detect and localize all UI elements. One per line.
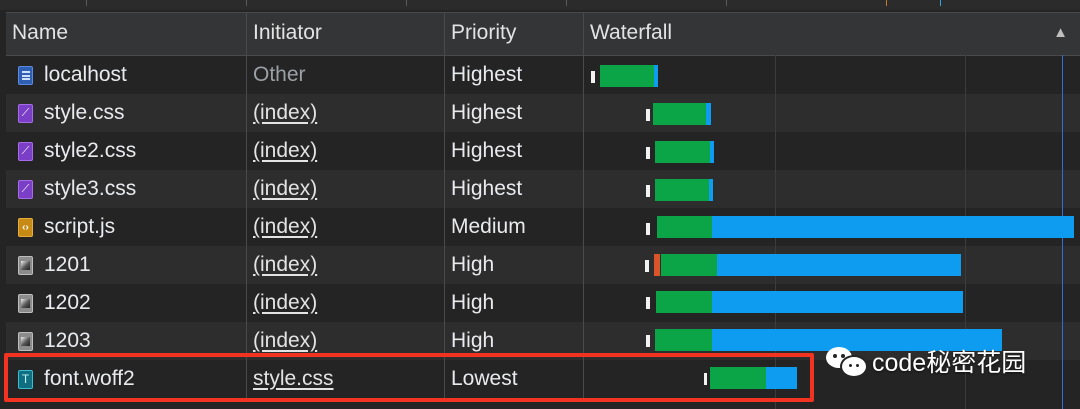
waterfall-cell (584, 56, 1080, 94)
priority-cell: Highest (445, 170, 584, 208)
table-row[interactable]: localhost Other Highest (6, 56, 1080, 94)
name-cell[interactable]: ⟋ style2.css (6, 132, 247, 170)
request-name: 1201 (44, 253, 91, 276)
image-icon (18, 255, 33, 275)
table-row[interactable]: ⟋ style3.css (index) Highest (6, 170, 1080, 208)
overview-tick (406, 0, 407, 6)
initiator-cell: (index) (247, 284, 445, 322)
initiator-link[interactable]: (index) (253, 329, 317, 352)
overview-tick (86, 0, 87, 6)
table-row[interactable]: 1201 (index) High (6, 246, 1080, 284)
wechat-logo-icon (826, 345, 868, 378)
initiator-link[interactable]: (index) (253, 253, 317, 276)
initiator-link[interactable]: (index) (253, 101, 317, 124)
name-cell[interactable]: ‹› script.js (6, 208, 247, 246)
network-request-table: Name Initiator Priority Waterfall ▲ loca… (6, 12, 1080, 398)
initiator-link[interactable]: (index) (253, 291, 317, 314)
waterfall-cell (584, 208, 1080, 246)
overview-tick (566, 0, 567, 6)
table-row[interactable]: ⟋ style.css (index) Highest (6, 94, 1080, 132)
priority-cell: Medium (445, 208, 584, 246)
priority-cell: High (445, 246, 584, 284)
name-cell[interactable]: ⟋ style.css (6, 94, 247, 132)
initiator-cell: (index) (247, 208, 445, 246)
column-header-initiator[interactable]: Initiator (247, 13, 445, 55)
image-icon (18, 331, 33, 351)
request-name: 1202 (44, 291, 91, 314)
initiator-cell: (index) (247, 170, 445, 208)
request-name: script.js (44, 215, 116, 238)
request-name: style.css (44, 101, 125, 124)
initiator-link[interactable]: (index) (253, 139, 317, 162)
initiator-text: Other (253, 63, 306, 86)
initiator-link[interactable]: (index) (253, 215, 317, 238)
initiator-cell: Other (247, 56, 445, 94)
name-cell[interactable]: localhost (6, 56, 247, 94)
priority-cell: Highest (445, 56, 584, 94)
priority-cell: Highest (445, 94, 584, 132)
document-icon (18, 65, 33, 85)
sort-ascending-icon[interactable]: ▲ (1053, 13, 1068, 53)
watermark: code秘密花园 (826, 343, 1026, 379)
overview-tick (246, 0, 247, 6)
script-icon: ‹› (18, 217, 33, 237)
table-row[interactable]: 1202 (index) High (6, 284, 1080, 322)
initiator-link[interactable]: (index) (253, 177, 317, 200)
waterfall-cell (584, 132, 1080, 170)
request-name: style3.css (44, 177, 137, 200)
request-name: style2.css (44, 139, 137, 162)
table-header: Name Initiator Priority Waterfall ▲ (6, 12, 1080, 56)
table-row[interactable]: ‹› script.js (index) Medium (6, 208, 1080, 246)
priority-cell: High (445, 284, 584, 322)
stylesheet-icon: ⟋ (18, 179, 33, 199)
column-header-name[interactable]: Name (6, 13, 247, 55)
waterfall-cell (584, 246, 1080, 284)
column-header-priority[interactable]: Priority (445, 13, 584, 55)
overview-tick (726, 0, 727, 6)
stylesheet-icon: ⟋ (18, 141, 33, 161)
name-cell[interactable]: 1201 (6, 246, 247, 284)
initiator-cell: (index) (247, 94, 445, 132)
image-icon (18, 293, 33, 313)
table-row[interactable]: ⟋ style2.css (index) Highest (6, 132, 1080, 170)
priority-cell: Highest (445, 132, 584, 170)
waterfall-cell (584, 94, 1080, 132)
initiator-cell: (index) (247, 246, 445, 284)
stylesheet-icon: ⟋ (18, 103, 33, 123)
column-header-waterfall[interactable]: Waterfall ▲ (584, 13, 1080, 55)
watermark-text: code秘密花园 (872, 349, 1027, 377)
highlight-annotation-box (4, 353, 814, 402)
waterfall-cell (584, 170, 1080, 208)
waterfall-cell (584, 284, 1080, 322)
request-name: localhost (44, 63, 127, 86)
waterfall-header-label: Waterfall (590, 21, 673, 44)
name-cell[interactable]: 1202 (6, 284, 247, 322)
timeline-overview-strip (0, 0, 1080, 10)
initiator-cell: (index) (247, 132, 445, 170)
name-cell[interactable]: ⟋ style3.css (6, 170, 247, 208)
overview-tick (886, 0, 887, 6)
overview-tick (940, 0, 941, 6)
